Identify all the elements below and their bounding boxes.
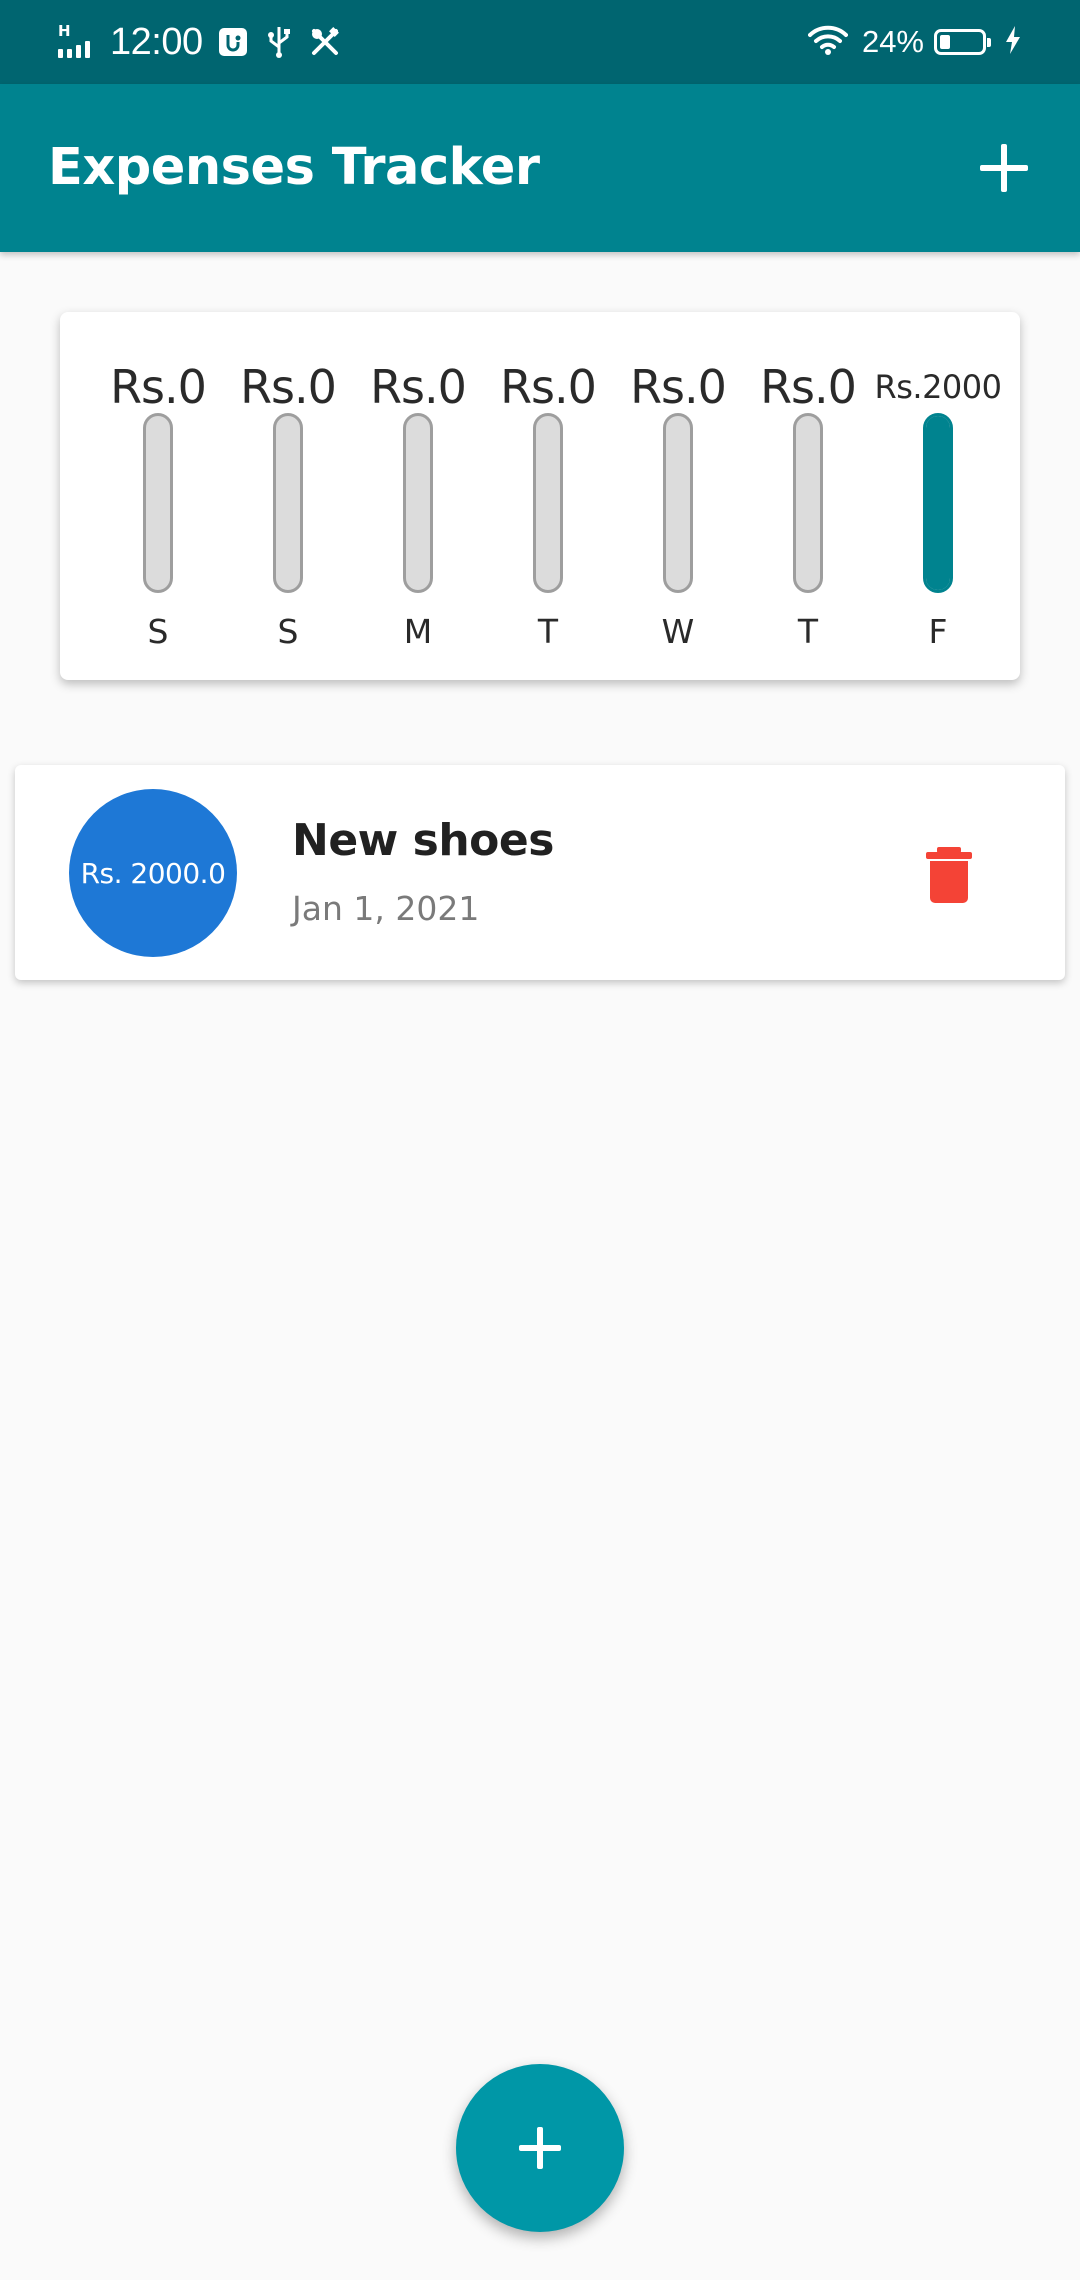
chart-column: Rs.2000 F: [874, 312, 1002, 680]
app-title: Expenses Tracker: [48, 138, 540, 197]
chart-bar-track: [663, 413, 693, 593]
transaction-date: Jan 1, 2021: [292, 889, 480, 928]
chart-amount-label: Rs.0: [630, 360, 727, 414]
status-time: 12:00: [110, 20, 203, 63]
chart-column: Rs.0 T: [748, 312, 868, 680]
status-bar-right: 24%: [807, 0, 1022, 84]
signal-icon: H: [58, 22, 96, 62]
chart-column: Rs.0 T: [488, 312, 608, 680]
floating-add-button[interactable]: [456, 2064, 624, 2232]
chart-bar-track: [143, 413, 173, 593]
chart-day-label: F: [928, 612, 948, 651]
chart-day-label: M: [403, 612, 433, 651]
chart-bar-track: [533, 413, 563, 593]
chart-day-label: S: [147, 612, 169, 651]
chart-day-label: W: [661, 612, 695, 651]
usb-icon: [263, 26, 295, 58]
usb-debug-icon: [217, 26, 249, 58]
app-bar: Expenses Tracker: [0, 84, 1080, 252]
chart-amount-label: Rs.0: [110, 360, 207, 414]
transaction-card: Rs. 2000.0 New shoes Jan 1, 2021: [15, 765, 1065, 980]
chart-amount-label: Rs.0: [370, 360, 467, 414]
transaction-amount: Rs. 2000.0: [80, 856, 226, 890]
weekly-chart-card: Rs.0 S Rs.0 S Rs.0 M Rs.0 T Rs.0 W Rs.0 T Rs.2000 F: [60, 312, 1020, 680]
trash-icon: [926, 847, 972, 903]
status-bar-left: H 12:00: [58, 0, 355, 84]
add-transaction-button[interactable]: [970, 134, 1038, 202]
chart-column: Rs.0 S: [98, 312, 218, 680]
battery-percent: 24%: [861, 24, 924, 59]
wifi-icon: [807, 24, 848, 61]
chart-amount-label: Rs.2000: [874, 368, 1002, 406]
tools-icon: [309, 26, 341, 58]
transaction-amount-avatar: Rs. 2000.0: [69, 789, 237, 957]
chart-bar-track: [403, 413, 433, 593]
chart-amount-label: Rs.0: [500, 360, 597, 414]
chart-bar-fill: [926, 416, 950, 590]
chart-amount-label: Rs.0: [760, 360, 857, 414]
battery-icon: [934, 29, 991, 55]
chart-bar-track: [793, 413, 823, 593]
transaction-title: New shoes: [292, 815, 554, 866]
delete-transaction-button[interactable]: [917, 842, 981, 906]
chart-column: Rs.0 S: [228, 312, 348, 680]
chart-day-label: S: [277, 612, 299, 651]
status-bar: H 12:00 24%: [0, 0, 1080, 84]
chart-bar-track: [273, 413, 303, 593]
chart-amount-label: Rs.0: [240, 360, 337, 414]
chart-day-label: T: [537, 612, 559, 651]
battery-level: [940, 35, 950, 49]
network-type-label: H: [58, 22, 71, 40]
chart-column: Rs.0 W: [618, 312, 738, 680]
chart-column: Rs.0 M: [358, 312, 478, 680]
chart-columns: Rs.0 S Rs.0 S Rs.0 M Rs.0 T Rs.0 W Rs.0 T Rs.2000 F: [98, 312, 1002, 680]
charging-icon: [1004, 25, 1022, 60]
chart-bar-track: [923, 413, 953, 593]
chart-day-label: T: [797, 612, 819, 651]
